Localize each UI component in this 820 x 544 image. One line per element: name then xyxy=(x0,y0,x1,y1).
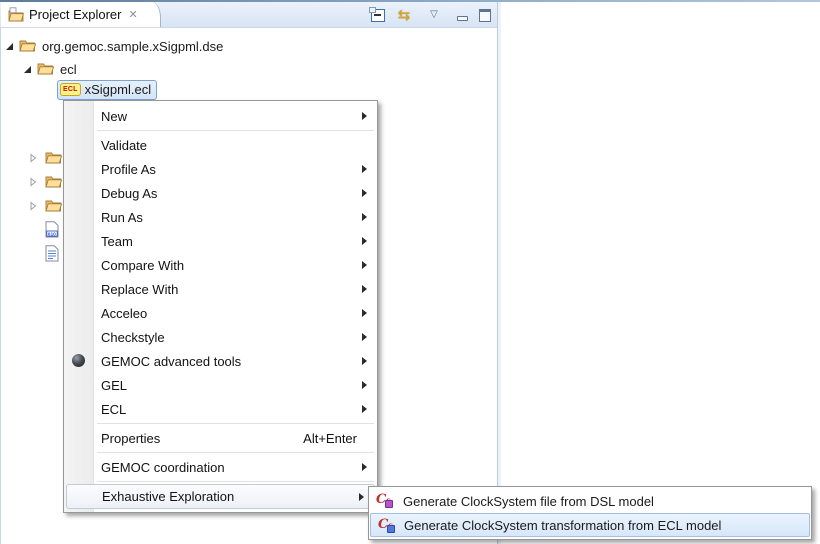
eclipse-window: Project Explorer ✕ ⇆ ▽ org.gemoc.sample.… xyxy=(0,0,820,544)
tree-item-hidden-3[interactable] xyxy=(30,196,62,216)
menu-item-gel[interactable]: GEL xyxy=(64,373,377,397)
svg-text:010: 010 xyxy=(48,231,56,237)
tree-item-label: xSigpml.ecl xyxy=(85,82,151,97)
submenu-arrow-icon xyxy=(362,381,367,389)
collapsed-arrow-icon[interactable] xyxy=(30,153,37,163)
menu-item-replace-with[interactable]: Replace With xyxy=(64,277,377,301)
link-with-editor-icon[interactable]: ⇆ xyxy=(394,6,414,24)
menu-item-profile-as[interactable]: Profile As xyxy=(64,157,377,181)
tree-item-hidden-4[interactable]: 010 xyxy=(45,219,59,239)
tree-item-hidden-5[interactable] xyxy=(45,243,59,263)
tab-project-explorer[interactable]: Project Explorer ✕ xyxy=(1,2,161,27)
submenu-item-generate-clocksystem-file[interactable]: Cs Generate ClockSystem file from DSL mo… xyxy=(369,489,811,513)
submenu-arrow-icon xyxy=(362,333,367,341)
tree-item-ecl-folder[interactable]: ecl xyxy=(24,59,77,79)
open-folder-icon xyxy=(19,39,36,53)
menu-item-exhaustive-exploration[interactable]: Exhaustive Exploration xyxy=(66,484,375,509)
collapse-all-icon[interactable] xyxy=(368,6,388,24)
view-sash[interactable] xyxy=(497,2,498,544)
collapsed-arrow-icon[interactable] xyxy=(30,177,37,187)
menu-separator xyxy=(97,130,374,131)
minimize-icon[interactable] xyxy=(452,6,472,24)
open-folder-icon xyxy=(37,62,54,76)
submenu-arrow-icon xyxy=(362,405,367,413)
ecl-file-icon: ECL xyxy=(60,83,81,96)
tree-item-hidden-1[interactable] xyxy=(30,148,62,168)
tree-item-label: ecl xyxy=(58,62,77,77)
close-icon[interactable]: ✕ xyxy=(128,8,137,21)
clocksystem-icon: Cs xyxy=(378,517,396,534)
project-explorer-header: Project Explorer ✕ ⇆ ▽ xyxy=(0,2,497,28)
submenu-arrow-icon xyxy=(362,357,367,365)
submenu-arrow-icon xyxy=(362,237,367,245)
tree-item-hidden-2[interactable] xyxy=(30,172,62,192)
context-menu: New Validate Profile As Debug As Run As … xyxy=(63,100,378,513)
menu-item-ecl[interactable]: ECL xyxy=(64,397,377,421)
text-file-icon xyxy=(45,245,59,262)
sash-fill xyxy=(498,2,501,544)
menu-separator xyxy=(97,481,374,482)
selected-item-box: ECL xSigpml.ecl xyxy=(57,80,157,100)
menu-separator xyxy=(97,452,374,453)
menu-item-compare-with[interactable]: Compare With xyxy=(64,253,377,277)
menu-item-debug-as[interactable]: Debug As xyxy=(64,181,377,205)
submenu-arrow-icon xyxy=(362,112,367,120)
folder-icon xyxy=(45,199,62,213)
submenu-arrow-icon xyxy=(362,213,367,221)
folder-icon xyxy=(45,151,62,165)
binary-file-icon: 010 xyxy=(45,221,59,238)
gemoc-icon xyxy=(72,354,85,367)
submenu-arrow-icon xyxy=(362,463,367,471)
folder-icon xyxy=(45,175,62,189)
menu-item-gemoc-coordination[interactable]: GEMOC coordination xyxy=(64,455,377,479)
menu-item-gemoc-advanced-tools[interactable]: GEMOC advanced tools xyxy=(64,349,377,373)
project-explorer-icon xyxy=(8,7,24,22)
maximize-icon[interactable] xyxy=(475,6,495,24)
expanded-arrow-icon[interactable] xyxy=(24,66,31,73)
menu-item-acceleo[interactable]: Acceleo xyxy=(64,301,377,325)
tree-item-project[interactable]: org.gemoc.sample.xSigpml.dse xyxy=(6,36,223,56)
tree-item-label: org.gemoc.sample.xSigpml.dse xyxy=(40,39,223,54)
menu-item-checkstyle[interactable]: Checkstyle xyxy=(64,325,377,349)
submenu-arrow-icon xyxy=(359,493,364,501)
menu-item-new[interactable]: New xyxy=(64,104,377,128)
clocksystem-icon: Cs xyxy=(376,492,394,509)
tab-title: Project Explorer xyxy=(29,7,121,22)
menu-item-properties[interactable]: Properties Alt+Enter xyxy=(64,426,377,450)
submenu-arrow-icon xyxy=(362,285,367,293)
submenu-arrow-icon xyxy=(362,261,367,269)
submenu-arrow-icon xyxy=(362,165,367,173)
menu-item-team[interactable]: Team xyxy=(64,229,377,253)
menu-item-validate[interactable]: Validate xyxy=(64,133,377,157)
submenu-arrow-icon xyxy=(362,189,367,197)
view-menu-icon[interactable]: ▽ xyxy=(424,6,444,24)
menu-item-run-as[interactable]: Run As xyxy=(64,205,377,229)
exhaustive-exploration-submenu: Cs Generate ClockSystem file from DSL mo… xyxy=(368,486,812,540)
tree-item-xsigpml-ecl[interactable]: ECL xSigpml.ecl xyxy=(57,80,157,100)
view-toolbar: ⇆ ▽ xyxy=(368,6,495,24)
menu-separator xyxy=(97,423,374,424)
menu-shortcut: Alt+Enter xyxy=(303,431,369,446)
collapsed-arrow-icon[interactable] xyxy=(30,201,37,211)
expanded-arrow-icon[interactable] xyxy=(6,43,13,50)
submenu-arrow-icon xyxy=(362,309,367,317)
submenu-item-generate-clocksystem-transformation[interactable]: Cs Generate ClockSystem transformation f… xyxy=(370,513,810,537)
view-left-border xyxy=(0,2,1,544)
